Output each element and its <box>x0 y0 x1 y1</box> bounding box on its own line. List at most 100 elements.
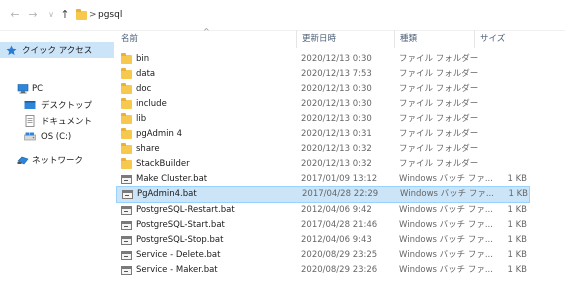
file-type: ファイル フォルダー <box>399 69 479 79</box>
folder-icon <box>121 83 133 95</box>
file-name: doc <box>136 84 152 94</box>
file-date: 2020/12/13 0:32 <box>301 159 372 169</box>
table-row[interactable]: PostgreSQL-Start.bat 2017/04/28 21:46 Wi… <box>116 218 530 233</box>
file-name: Make Cluster.bat <box>136 174 208 184</box>
file-date: 2020/12/13 0:30 <box>301 114 372 124</box>
breadcrumb-item-pgsql[interactable]: pgsql <box>98 9 122 21</box>
batch-file-icon <box>122 189 134 200</box>
pc-icon <box>16 83 30 95</box>
recent-locations-chevron-icon[interactable]: ∨ <box>44 8 58 22</box>
file-size <box>496 142 527 157</box>
folder-icon <box>121 158 133 170</box>
file-name: pgAdmin 4 <box>136 129 182 139</box>
table-row[interactable]: include 2020/12/13 0:30 ファイル フォルダー <box>116 97 530 112</box>
nav-item-network[interactable]: ネットワーク <box>0 152 126 168</box>
file-size <box>496 97 527 112</box>
table-row[interactable]: data 2020/12/13 7:53 ファイル フォルダー <box>116 67 530 82</box>
file-size: 1 KB <box>507 220 527 230</box>
file-date: 2020/12/13 7:53 <box>301 69 372 79</box>
file-date: 2020/08/29 23:25 <box>301 250 378 260</box>
folder-icon <box>121 113 133 125</box>
batch-file-icon <box>121 250 133 261</box>
nav-item-quick-access[interactable]: クイック アクセス <box>0 42 114 58</box>
batch-file-icon <box>121 174 133 185</box>
file-type: ファイル フォルダー <box>399 54 479 64</box>
forward-arrow-icon[interactable]: → <box>26 8 40 22</box>
file-size <box>496 127 527 142</box>
file-name: PostgreSQL-Stop.bat <box>136 235 224 245</box>
file-size: 1 KB <box>507 174 527 184</box>
column-header-name[interactable]: 名前 <box>116 30 296 48</box>
table-row[interactable]: share 2020/12/13 0:32 ファイル フォルダー <box>116 142 530 157</box>
file-name: PgAdmin4.bat <box>137 189 197 199</box>
file-date: 2017/04/28 22:29 <box>302 189 379 199</box>
column-header-type[interactable]: 種類 <box>394 30 474 48</box>
file-size: 1 KB <box>507 265 527 275</box>
table-row[interactable]: Service - Delete.bat 2020/08/29 23:25 Wi… <box>116 248 530 263</box>
file-date: 2020/12/13 0:31 <box>301 129 372 139</box>
folder-icon <box>121 68 133 80</box>
file-type: Windows バッチ ファ... <box>399 235 493 245</box>
back-arrow-icon[interactable]: ← <box>8 8 22 22</box>
star-icon <box>4 44 18 56</box>
file-date: 2012/04/06 9:42 <box>301 205 372 215</box>
column-header-date[interactable]: 更新日時 <box>296 30 394 48</box>
nav-item-label: PC <box>32 84 44 94</box>
file-type: Windows バッチ ファ... <box>399 220 493 230</box>
nav-item-pc[interactable]: PC <box>0 81 126 97</box>
file-type: ファイル フォルダー <box>399 129 479 139</box>
up-arrow-icon[interactable]: ↑ <box>58 8 72 22</box>
folder-icon <box>121 143 133 155</box>
file-type: ファイル フォルダー <box>399 159 479 169</box>
table-row[interactable]: StackBuilder 2020/12/13 0:32 ファイル フォルダー <box>116 157 530 172</box>
table-row[interactable]: doc 2020/12/13 0:30 ファイル フォルダー <box>116 82 530 97</box>
file-name: PostgreSQL-Restart.bat <box>136 205 235 215</box>
table-row[interactable]: Make Cluster.bat 2017/01/09 13:12 Window… <box>116 172 530 187</box>
column-header-row: ^ 名前 更新日時 種類 サイズ <box>113 27 565 48</box>
batch-file-icon <box>121 235 133 246</box>
file-name: StackBuilder <box>136 159 190 169</box>
file-size: 1 KB <box>508 189 528 199</box>
nav-item-label: クイック アクセス <box>22 46 93 56</box>
file-date: 2017/01/09 13:12 <box>301 174 378 184</box>
file-name: share <box>136 144 160 154</box>
table-row[interactable]: PostgreSQL-Stop.bat 2012/04/06 9:43 Wind… <box>116 233 530 248</box>
file-name: include <box>136 99 167 109</box>
file-explorer-window: ← → ∨ ↑ > pgsql クイック アクセス PC デスクトップ ドキュメ… <box>0 0 565 282</box>
network-icon <box>16 154 30 166</box>
table-row[interactable]: lib 2020/12/13 0:30 ファイル フォルダー <box>116 112 530 127</box>
file-name: lib <box>136 114 147 124</box>
file-type: ファイル フォルダー <box>399 99 479 109</box>
table-row[interactable]: Service - Maker.bat 2020/08/29 23:26 Win… <box>116 263 530 278</box>
file-size <box>496 67 527 82</box>
batch-file-icon <box>121 265 133 276</box>
batch-file-icon <box>121 205 133 216</box>
folder-icon <box>121 53 133 65</box>
nav-item-label: デスクトップ <box>41 101 93 111</box>
table-row[interactable]: PostgreSQL-Restart.bat 2012/04/06 9:42 W… <box>116 203 530 218</box>
file-name: bin <box>136 54 150 64</box>
file-name: Service - Maker.bat <box>136 265 218 275</box>
documents-icon <box>23 115 37 127</box>
nav-item-label: ネットワーク <box>32 156 84 166</box>
file-date: 2020/08/29 23:26 <box>301 265 378 275</box>
file-size <box>496 112 527 127</box>
file-size <box>496 157 527 172</box>
breadcrumb-separator[interactable]: > <box>89 9 97 21</box>
drive-icon <box>23 131 37 143</box>
column-header-size[interactable]: サイズ <box>474 30 530 48</box>
file-type: ファイル フォルダー <box>399 144 479 154</box>
file-type: Windows バッチ ファ... <box>399 205 493 215</box>
table-row[interactable]: pgAdmin 4 2020/12/13 0:31 ファイル フォルダー <box>116 127 530 142</box>
table-row[interactable]: bin 2020/12/13 0:30 ファイル フォルダー <box>116 52 530 67</box>
file-type: Windows バッチ ファ... <box>400 189 494 199</box>
file-type: Windows バッチ ファ... <box>399 174 493 184</box>
file-list: ^ 名前 更新日時 種類 サイズ bin 2020/12/13 0:30 ファイ… <box>113 27 565 282</box>
file-date: 2020/12/13 0:30 <box>301 84 372 94</box>
file-date: 2012/04/06 9:43 <box>301 235 372 245</box>
file-size: 1 KB <box>507 250 527 260</box>
table-row-selected[interactable]: PgAdmin4.bat 2017/04/28 22:29 Windows バッ… <box>116 186 530 203</box>
folder-icon <box>76 9 87 20</box>
nav-item-label: OS (C:) <box>41 132 72 142</box>
desktop-icon <box>23 99 37 111</box>
